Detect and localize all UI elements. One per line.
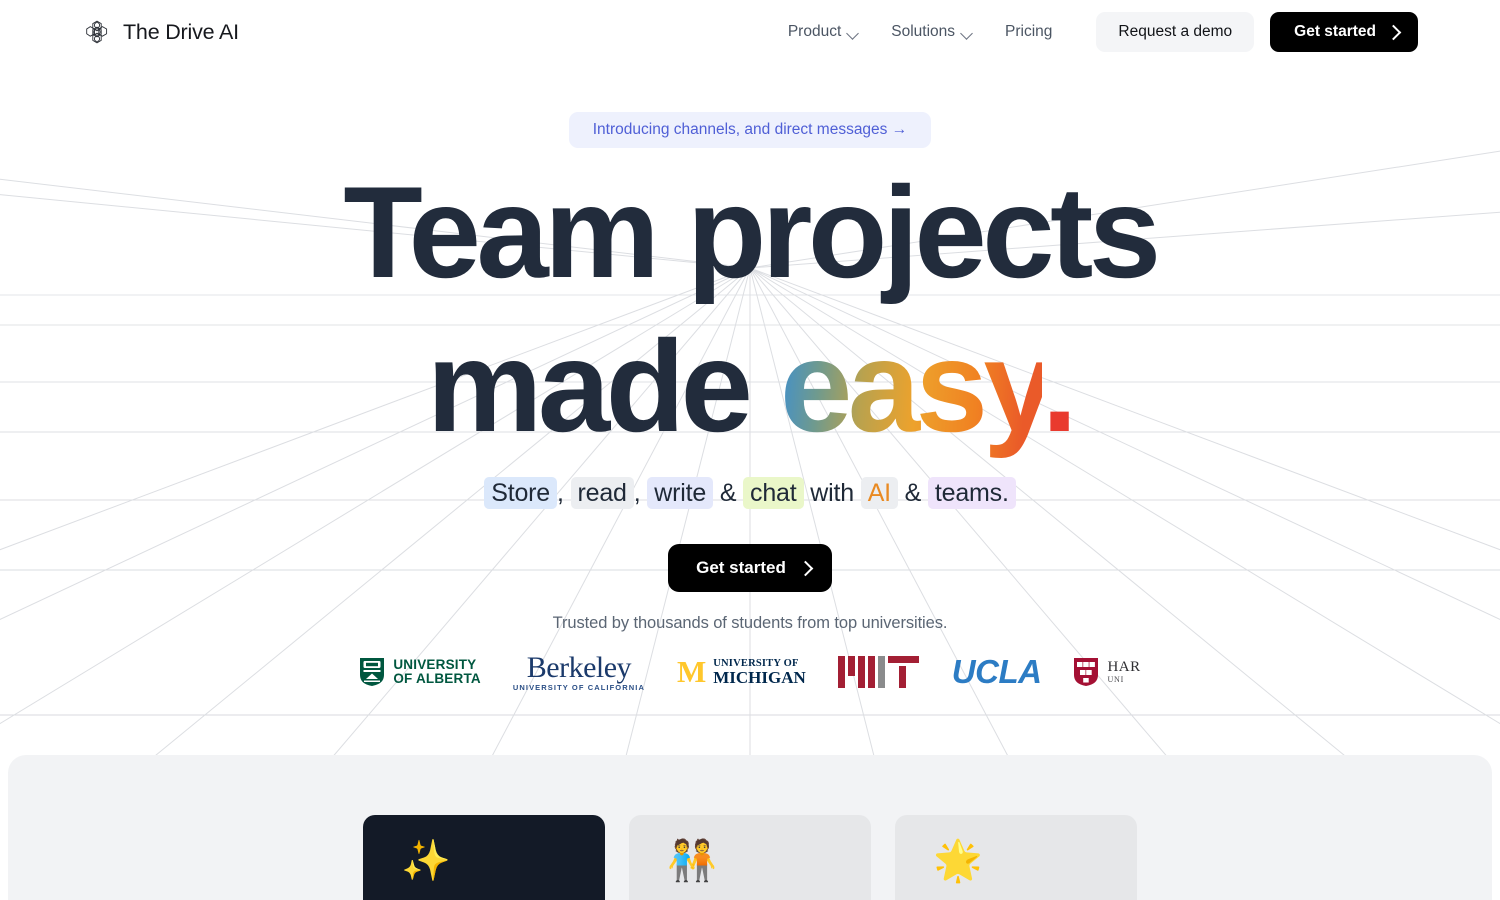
headline-accent: easy xyxy=(780,313,1046,460)
chevron-down-icon xyxy=(848,29,859,36)
logo-ucla: UCLA xyxy=(936,649,1058,695)
harvard-wordmark: HAR UNI xyxy=(1107,658,1141,684)
nav-item-solutions-label: Solutions xyxy=(891,23,956,40)
card-people[interactable]: 🧑‍🤝‍🧑 xyxy=(629,815,871,900)
brand-logo[interactable]: The Drive AI xyxy=(82,17,239,47)
michigan-line-1: UNIVERSITY OF xyxy=(713,657,799,669)
logo-berkeley: Berkeley UNIVERSITY OF CALIFORNIA xyxy=(497,649,661,695)
mit-logo-icon xyxy=(837,656,919,688)
subhead-comma-2: , xyxy=(633,478,641,507)
hero-get-started-label: Get started xyxy=(696,557,786,577)
headline-plain: made xyxy=(426,313,781,460)
chevron-right-icon xyxy=(800,563,810,573)
page-root: The Drive AI Product Solutions Pricing R… xyxy=(0,0,1500,900)
subhead-comma-1: , xyxy=(557,478,564,507)
hero-subheadline: Store, read, write & chat with AI & team… xyxy=(0,476,1500,509)
trust-caption: Trusted by thousands of students from to… xyxy=(552,614,948,632)
nav-item-solutions[interactable]: Solutions xyxy=(875,15,989,49)
brand-name: The Drive AI xyxy=(123,19,239,44)
site-header: The Drive AI Product Solutions Pricing R… xyxy=(0,0,1500,64)
request-demo-button[interactable]: Request a demo xyxy=(1096,12,1255,52)
alberta-line-2: OF ALBERTA xyxy=(393,671,481,686)
alberta-shield-icon xyxy=(360,658,385,686)
chevron-right-icon xyxy=(1388,27,1398,37)
michigan-text: UNIVERSITY OF MICHIGAN xyxy=(713,658,806,687)
university-logos: UNIVERSITY OF ALBERTA Berkeley UNIVERSIT… xyxy=(0,649,1500,695)
announcement-banner[interactable]: Introducing channels, and direct message… xyxy=(568,112,932,148)
michigan-m-icon: M xyxy=(676,654,707,690)
nav-item-pricing[interactable]: Pricing xyxy=(989,15,1068,49)
michigan-line-2: MICHIGAN xyxy=(713,667,806,687)
logo-mit xyxy=(822,649,936,695)
hero-section: Introducing channels, and direct message… xyxy=(0,0,1500,592)
subhead-chat: chat xyxy=(743,476,804,509)
nav-item-pricing-label: Pricing xyxy=(1005,23,1053,40)
nav-get-started-button[interactable]: Get started xyxy=(1270,12,1418,52)
alberta-line-1: UNIVERSITY xyxy=(393,657,477,673)
card-shooting-star[interactable]: 🌟 xyxy=(895,815,1137,900)
features-section: ✨ 🧑‍🤝‍🧑 🌟 xyxy=(8,755,1492,900)
subhead-write: write xyxy=(647,476,714,509)
berkeley-wordmark: Berkeley UNIVERSITY OF CALIFORNIA xyxy=(512,650,645,692)
subhead-store: Store xyxy=(484,476,558,509)
subhead-teams: teams. xyxy=(927,476,1016,509)
hero-headline-line2: made easy. xyxy=(0,316,1500,456)
hex-cluster-logo-icon xyxy=(82,17,112,47)
michigan-wordmark: M UNIVERSITY OF MICHIGAN xyxy=(676,654,806,690)
subhead-read: read xyxy=(570,476,634,509)
headline-period: . xyxy=(1041,313,1078,460)
hero-headline-line1: Team projects xyxy=(343,159,1161,305)
subhead-with: with xyxy=(810,478,854,507)
logo-harvard: HAR UNI xyxy=(1057,649,1156,695)
hero-get-started-button[interactable]: Get started xyxy=(668,543,832,592)
ucla-wordmark: UCLA xyxy=(951,653,1042,690)
harvard-shield-icon xyxy=(1074,658,1099,686)
harvard-line-1: HAR xyxy=(1107,658,1141,675)
berkeley-sub: UNIVERSITY OF CALIFORNIA xyxy=(512,682,645,692)
feature-cards: ✨ 🧑‍🤝‍🧑 🌟 xyxy=(8,815,1492,900)
harvard-line-2: UNI xyxy=(1107,674,1125,684)
alberta-wordmark: UNIVERSITY OF ALBERTA xyxy=(393,658,481,686)
card-sparkles[interactable]: ✨ xyxy=(363,815,605,900)
people-icon: 🧑‍🤝‍🧑 xyxy=(667,839,717,883)
sparkles-icon: ✨ xyxy=(401,839,451,883)
logo-university-of-michigan: M UNIVERSITY OF MICHIGAN xyxy=(661,649,822,695)
shooting-star-icon: 🌟 xyxy=(933,839,983,883)
logo-university-of-alberta: UNIVERSITY OF ALBERTA xyxy=(343,649,497,695)
subhead-amp-2: & xyxy=(904,478,922,507)
hero-cta-wrapper: Get started xyxy=(0,543,1500,592)
main-nav: Product Solutions Pricing Request a demo… xyxy=(772,12,1418,52)
nav-item-product[interactable]: Product xyxy=(772,15,875,49)
chevron-down-icon xyxy=(962,29,973,36)
trust-section: Trusted by thousands of students from to… xyxy=(0,614,1500,695)
nav-get-started-label: Get started xyxy=(1294,23,1376,40)
nav-item-product-label: Product xyxy=(787,23,842,40)
subhead-amp-1: & xyxy=(719,478,737,507)
subhead-ai: AI xyxy=(860,476,898,509)
berkeley-main: Berkeley xyxy=(526,650,632,684)
